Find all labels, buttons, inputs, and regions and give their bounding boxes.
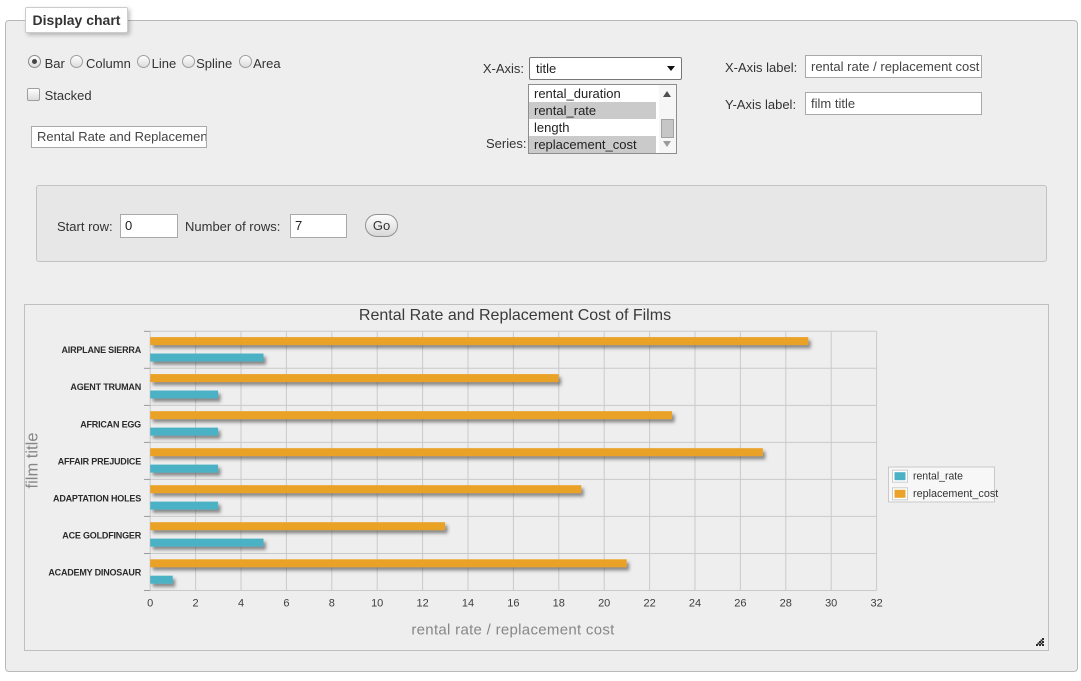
svg-text:ADAPTATION HOLES: ADAPTATION HOLES bbox=[53, 493, 141, 503]
svg-text:AGENT TRUMAN: AGENT TRUMAN bbox=[70, 382, 141, 392]
svg-text:film title: film title bbox=[24, 433, 42, 489]
svg-text:AFFAIR PREJUDICE: AFFAIR PREJUDICE bbox=[58, 456, 142, 466]
svg-text:rental_rate: rental_rate bbox=[913, 470, 963, 482]
svg-text:8: 8 bbox=[329, 598, 335, 610]
svg-text:30: 30 bbox=[825, 598, 837, 610]
svg-text:ACE GOLDFINGER: ACE GOLDFINGER bbox=[62, 530, 141, 540]
svg-text:rental rate / replacement cost: rental rate / replacement cost bbox=[411, 622, 615, 639]
svg-text:24: 24 bbox=[689, 598, 701, 610]
svg-text:20: 20 bbox=[598, 598, 610, 610]
svg-text:4: 4 bbox=[238, 598, 244, 610]
svg-text:2: 2 bbox=[193, 598, 199, 610]
svg-text:22: 22 bbox=[643, 598, 655, 610]
svg-text:replacement_cost: replacement_cost bbox=[913, 488, 998, 500]
svg-text:6: 6 bbox=[283, 598, 289, 610]
svg-text:AIRPLANE SIERRA: AIRPLANE SIERRA bbox=[61, 345, 141, 355]
svg-text:0: 0 bbox=[147, 598, 153, 610]
svg-text:18: 18 bbox=[553, 598, 565, 610]
svg-text:12: 12 bbox=[416, 598, 428, 610]
svg-text:26: 26 bbox=[734, 598, 746, 610]
svg-text:14: 14 bbox=[462, 598, 474, 610]
svg-text:32: 32 bbox=[870, 598, 882, 610]
svg-text:10: 10 bbox=[371, 598, 383, 610]
svg-text:ACADEMY DINOSAUR: ACADEMY DINOSAUR bbox=[48, 567, 141, 577]
svg-text:Rental Rate and Replacement Co: Rental Rate and Replacement Cost of Film… bbox=[359, 307, 671, 324]
svg-text:16: 16 bbox=[507, 598, 519, 610]
svg-text:28: 28 bbox=[780, 598, 792, 610]
svg-text:AFRICAN EGG: AFRICAN EGG bbox=[80, 419, 141, 429]
